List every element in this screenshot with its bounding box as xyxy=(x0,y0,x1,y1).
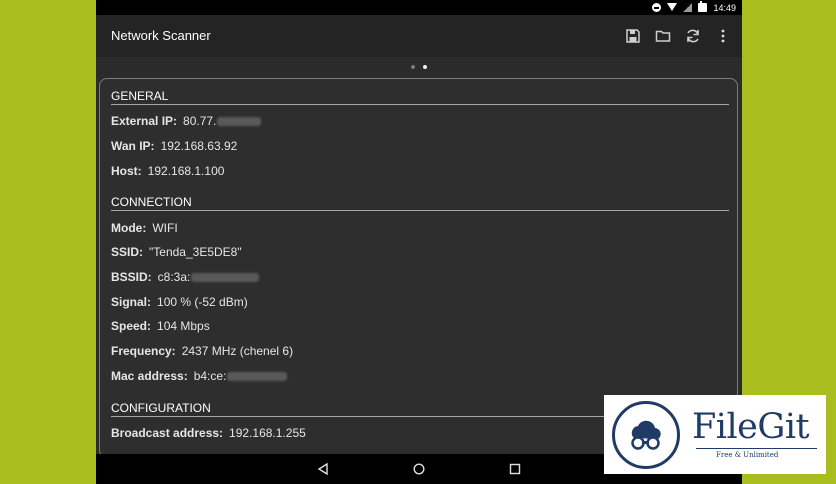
do-not-disturb-icon xyxy=(652,3,662,12)
bssid-value: c8:3a: xyxy=(157,270,191,284)
row-mac-address: Mac address: b4:ce: xyxy=(111,369,288,383)
speed-value: 104 Mbps xyxy=(157,319,210,333)
back-icon[interactable] xyxy=(315,461,331,477)
external-ip-value: 80.77. xyxy=(183,114,217,128)
page-dot-1[interactable] xyxy=(411,64,415,69)
section-general-title: GENERAL xyxy=(111,89,169,103)
row-broadcast-address: Broadcast address: 192.168.1.255 xyxy=(111,426,306,440)
app-title: Network Scanner xyxy=(111,28,211,43)
broadcast-address-label: Broadcast address: xyxy=(111,426,224,440)
signal-value: 100 % (-52 dBm) xyxy=(157,295,248,309)
section-connection-title: CONNECTION xyxy=(111,195,192,209)
speed-label: Speed: xyxy=(111,319,152,333)
filegit-watermark: FileGit Free & Unlimited xyxy=(604,395,826,474)
folder-icon[interactable] xyxy=(654,27,672,45)
watermark-name: FileGit xyxy=(692,407,810,447)
mac-address-label: Mac address: xyxy=(111,369,188,383)
filegit-logo-icon xyxy=(612,401,680,469)
row-ssid: SSID: "Tenda_3E5DE8" xyxy=(111,245,242,259)
redacted-value xyxy=(227,372,288,382)
ssid-label: SSID: xyxy=(111,245,144,259)
row-mode: Mode: WIFI xyxy=(111,221,178,235)
home-icon[interactable] xyxy=(411,461,427,477)
wan-ip-value: 192.168.63.92 xyxy=(160,139,238,153)
redacted-value xyxy=(217,117,262,127)
wan-ip-label: Wan IP: xyxy=(111,139,155,153)
app-toolbar: Network Scanner xyxy=(96,15,742,57)
external-ip-label: External IP: xyxy=(111,114,178,128)
section-configuration-title: CONFIGURATION xyxy=(111,401,211,415)
row-host: Host: 192.168.1.100 xyxy=(111,164,224,178)
recents-icon[interactable] xyxy=(507,461,523,477)
row-wan-ip: Wan IP: 192.168.63.92 xyxy=(111,139,237,153)
watermark-divider xyxy=(696,448,817,449)
host-value: 192.168.1.100 xyxy=(147,164,225,178)
mode-value: WIFI xyxy=(152,221,178,235)
row-frequency: Frequency: 2437 MHz (chenel 6) xyxy=(111,344,293,358)
save-icon[interactable] xyxy=(624,27,642,45)
wifi-icon xyxy=(667,3,678,12)
host-label: Host: xyxy=(111,164,142,178)
broadcast-address-value: 192.168.1.255 xyxy=(229,426,306,440)
section-divider xyxy=(111,104,729,105)
row-external-ip: External IP: 80.77. xyxy=(111,114,262,128)
section-divider xyxy=(111,210,729,211)
no-signal-icon xyxy=(683,3,693,12)
refresh-icon[interactable] xyxy=(684,27,702,45)
status-bar: 14:49 xyxy=(96,0,742,15)
page-dot-2[interactable] xyxy=(423,64,427,69)
redacted-value xyxy=(191,273,260,283)
mac-address-value: b4:ce: xyxy=(193,369,227,383)
mode-label: Mode: xyxy=(111,221,147,235)
status-clock: 14:49 xyxy=(713,2,736,13)
watermark-tagline: Free & Unlimited xyxy=(716,451,779,459)
signal-label: Signal: xyxy=(111,295,152,309)
page-indicator xyxy=(96,57,742,76)
frequency-value: 2437 MHz (chenel 6) xyxy=(181,344,294,358)
ssid-value: "Tenda_3E5DE8" xyxy=(149,245,242,259)
overflow-menu-icon[interactable] xyxy=(714,27,732,45)
row-bssid: BSSID: c8:3a: xyxy=(111,270,260,284)
battery-icon xyxy=(698,1,708,12)
row-signal: Signal: 100 % (-52 dBm) xyxy=(111,295,248,309)
row-speed: Speed: 104 Mbps xyxy=(111,319,210,333)
bssid-label: BSSID: xyxy=(111,270,152,284)
frequency-label: Frequency: xyxy=(111,344,176,358)
